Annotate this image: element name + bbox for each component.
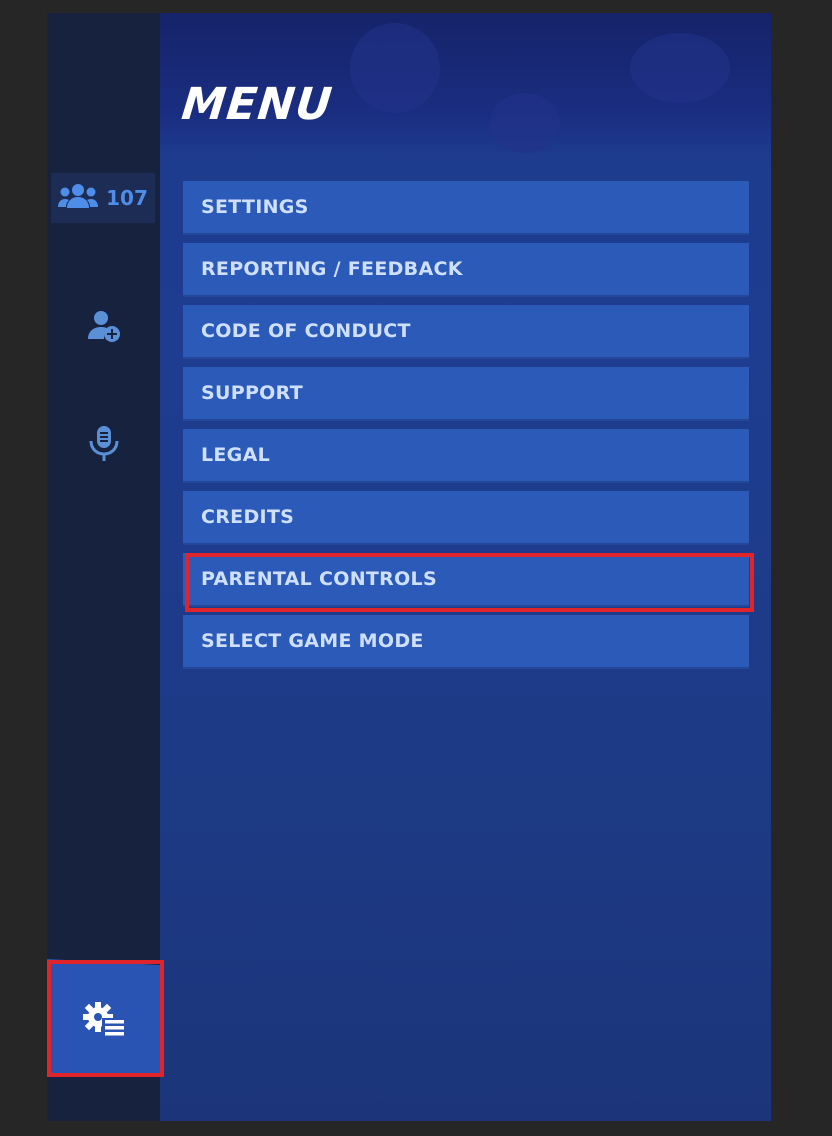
- menu-header: MENU: [160, 13, 771, 153]
- menu-panel: MENU SETTINGS REPORTING / FEEDBACK CODE …: [160, 13, 771, 1121]
- page-title: MENU: [179, 79, 336, 130]
- sidebar: 107: [47, 13, 160, 1121]
- menu-item-support[interactable]: SUPPORT: [183, 367, 749, 421]
- settings-menu-icon: [82, 1001, 126, 1041]
- friends-button[interactable]: 107: [51, 173, 155, 223]
- menu-list: SETTINGS REPORTING / FEEDBACK CODE OF CO…: [183, 181, 749, 669]
- add-friend-button[interactable]: [47, 309, 160, 347]
- microphone-icon: [88, 425, 120, 467]
- settings-menu-tab[interactable]: [47, 968, 160, 1074]
- menu-item-credits[interactable]: CREDITS: [183, 491, 749, 545]
- menu-item-legal[interactable]: LEGAL: [183, 429, 749, 483]
- menu-item-parental-controls[interactable]: PARENTAL CONTROLS: [183, 553, 749, 607]
- add-friend-icon: [87, 309, 121, 347]
- friends-count: 107: [106, 186, 148, 210]
- header-decoration: [490, 93, 560, 153]
- friends-icon: [58, 182, 99, 214]
- header-decoration: [350, 23, 440, 113]
- menu-item-select-game-mode[interactable]: SELECT GAME MODE: [183, 615, 749, 669]
- voice-chat-button[interactable]: [47, 425, 160, 467]
- menu-item-settings[interactable]: SETTINGS: [183, 181, 749, 235]
- game-menu-frame: 107 MENU SETTINGS REPORTING / FEEDBACK C…: [47, 13, 771, 1121]
- header-decoration: [630, 33, 730, 103]
- menu-item-reporting-feedback[interactable]: REPORTING / FEEDBACK: [183, 243, 749, 297]
- menu-item-code-of-conduct[interactable]: CODE OF CONDUCT: [183, 305, 749, 359]
